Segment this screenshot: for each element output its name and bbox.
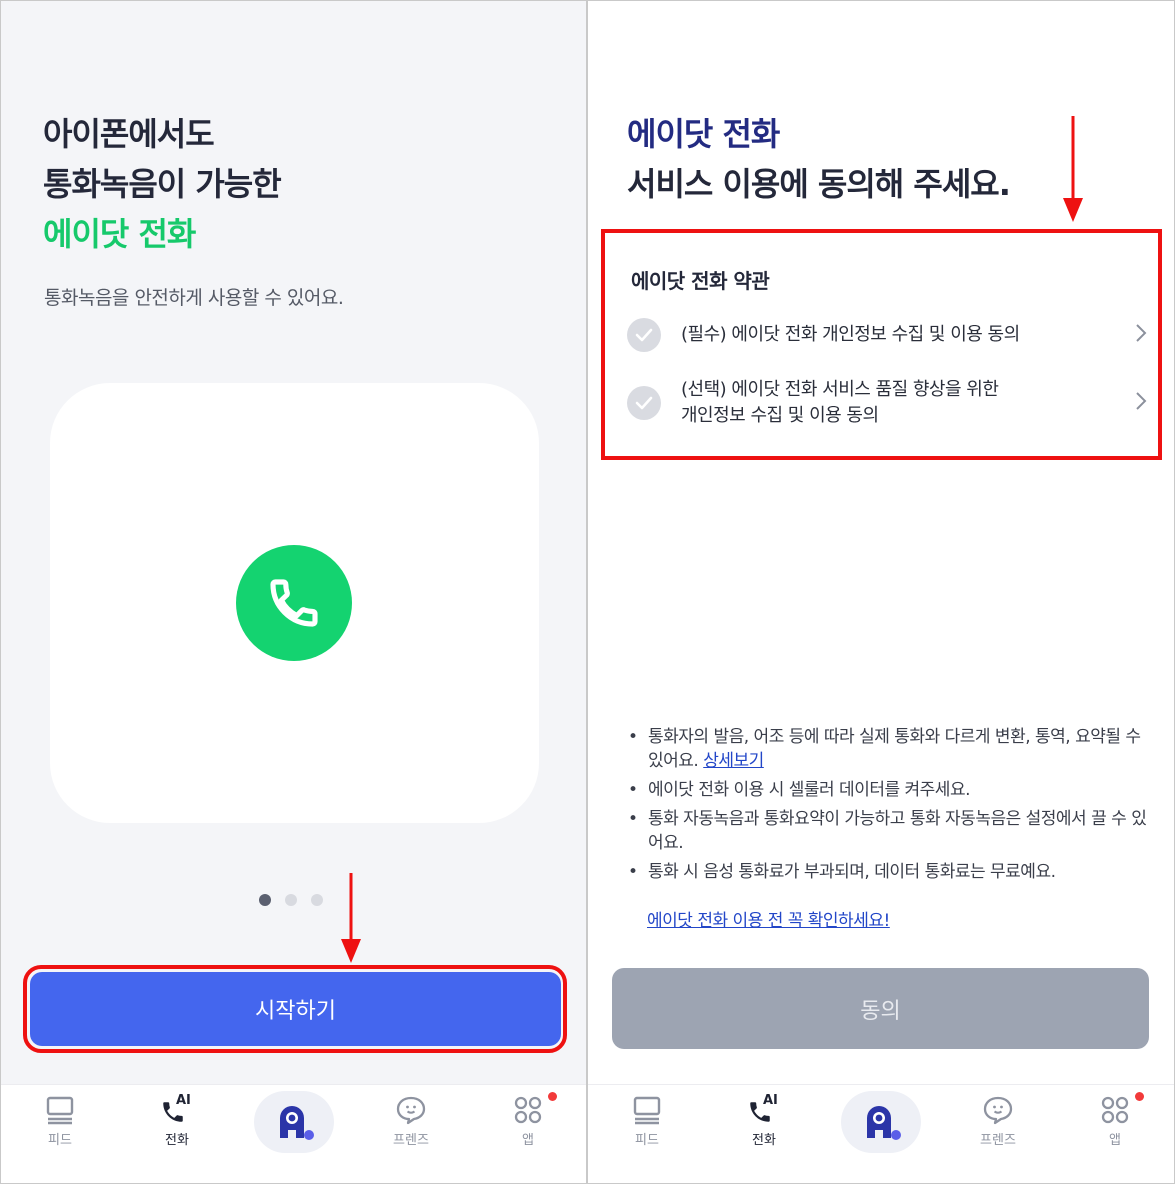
terms-title: 에이닷 전화 약관	[631, 269, 770, 293]
notice-item: 에이닷 전화 이용 시 셀룰러 데이터를 켜주세요.	[628, 778, 1148, 802]
consent-title: 에이닷 전화 서비스 이용에 동의해 주세요.	[627, 109, 1011, 209]
bottom-nav: 피드 AI 전화 프렌즈 앱	[588, 1084, 1174, 1183]
adot-mascot-icon	[280, 1106, 314, 1140]
notice-item: 통화 시 음성 통화료가 부과되며, 데이터 통화료는 무료예요.	[628, 860, 1148, 884]
nav-call[interactable]: AI 전화	[137, 1093, 217, 1148]
chevron-right-icon[interactable]	[1127, 323, 1147, 347]
pager-dots	[259, 894, 323, 906]
start-button[interactable]: 시작하기	[30, 972, 561, 1046]
friends-chat-icon	[983, 1096, 1013, 1125]
intro-screen: 아이폰에서도 통화녹음이 가능한 에이닷 전화 통화녹음을 안전하게 사용할 수…	[1, 1, 586, 1183]
pager-dot[interactable]	[285, 894, 297, 906]
consent-screen: 에이닷 전화 서비스 이용에 동의해 주세요. 에이닷 전화 약관 (필수) 에…	[588, 1, 1174, 1183]
pager-dot[interactable]	[259, 894, 271, 906]
term-item-optional[interactable]: (선택) 에이닷 전화 서비스 품질 향상을 위한 개인정보 수집 및 이용 동…	[627, 377, 1147, 429]
term-label: (필수) 에이닷 전화 개인정보 수집 및 이용 동의	[681, 324, 1020, 345]
nav-friends[interactable]: 프렌즈	[958, 1095, 1038, 1148]
check-icon[interactable]	[627, 318, 661, 352]
brand-name: 에이닷 전화	[43, 215, 196, 253]
intro-card	[50, 383, 539, 823]
terms-section: 에이닷 전화 약관 (필수) 에이닷 전화 개인정보 수집 및 이용 동의 (선…	[601, 229, 1162, 460]
nav-apps[interactable]: 앱	[488, 1095, 568, 1148]
notice-list: 통화자의 발음, 어조 등에 따라 실제 통화와 다르게 변환, 통역, 요약될…	[628, 725, 1148, 889]
nav-friends[interactable]: 프렌즈	[371, 1095, 451, 1148]
feed-icon	[633, 1096, 661, 1125]
notification-dot	[1135, 1092, 1144, 1101]
bottom-nav: 피드 AI 전화 프렌즈 앱	[1, 1084, 586, 1183]
apps-grid-icon	[514, 1096, 542, 1124]
term-item-required[interactable]: (필수) 에이닷 전화 개인정보 수집 및 이용 동의	[627, 318, 1147, 352]
annotation-arrow-down	[1063, 116, 1083, 222]
nav-adot-home[interactable]	[254, 1091, 334, 1153]
nav-feed[interactable]: 피드	[607, 1095, 687, 1148]
annotation-arrow-down	[341, 873, 361, 963]
notice-item: 통화 자동녹음과 통화요약이 가능하고 통화 자동녹음은 설정에서 끌 수 있어…	[628, 807, 1148, 855]
adot-mascot-icon	[867, 1106, 901, 1140]
apps-grid-icon	[1101, 1096, 1129, 1124]
agree-button[interactable]: 동의	[612, 968, 1149, 1049]
check-icon[interactable]	[627, 386, 661, 420]
chevron-right-icon[interactable]	[1127, 391, 1147, 415]
notice-link[interactable]: 에이닷 전화 이용 전 꼭 확인하세요!	[647, 906, 890, 931]
notice-item: 통화자의 발음, 어조 등에 따라 실제 통화와 다르게 변환, 통역, 요약될…	[628, 725, 1148, 773]
phone-icon	[236, 545, 352, 661]
brand-name: 에이닷 전화	[627, 115, 780, 153]
call-ai-icon: AI	[747, 1093, 781, 1125]
pager-dot[interactable]	[311, 894, 323, 906]
nav-feed[interactable]: 피드	[20, 1095, 100, 1148]
nav-apps[interactable]: 앱	[1075, 1095, 1155, 1148]
nav-call[interactable]: AI 전화	[724, 1093, 804, 1148]
nav-adot-home[interactable]	[841, 1091, 921, 1153]
call-ai-icon: AI	[160, 1093, 194, 1125]
intro-subtitle: 통화녹음을 안전하게 사용할 수 있어요.	[44, 287, 344, 309]
details-link[interactable]: 상세보기	[703, 751, 764, 771]
notification-dot	[548, 1092, 557, 1101]
term-label: (선택) 에이닷 전화 서비스 품질 향상을 위한 개인정보 수집 및 이용 동…	[681, 379, 999, 426]
feed-icon	[46, 1096, 74, 1125]
friends-chat-icon	[396, 1096, 426, 1125]
intro-title: 아이폰에서도 통화녹음이 가능한 에이닷 전화	[43, 109, 282, 259]
